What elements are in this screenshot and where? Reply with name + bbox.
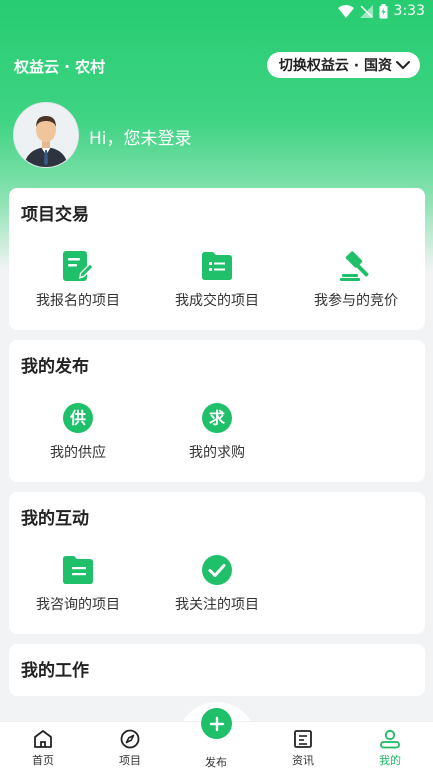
tab-label: 资讯	[292, 754, 314, 767]
edit-document-icon	[62, 250, 94, 282]
section-my-interactions: 我的互动 我咨询的项目 我关注的项目	[9, 492, 425, 634]
item-label: 我的求购	[189, 445, 245, 461]
section-title: 我的工作	[21, 661, 89, 681]
demand-icon: 求	[201, 402, 233, 434]
section-title: 我的互动	[21, 509, 89, 529]
avatar[interactable]	[13, 102, 79, 168]
switch-region-label: 切换权益云 · 国资	[278, 58, 392, 74]
section-project-trading: 项目交易 我报名的项目 我成交的项目 我参与的竞价	[9, 188, 425, 330]
battery-icon	[379, 3, 388, 19]
item-my-supply[interactable]: 供 我的供应	[9, 402, 147, 462]
news-icon	[293, 728, 313, 750]
wifi-icon	[337, 4, 354, 18]
compass-icon	[120, 728, 140, 750]
tab-label: 发布	[205, 756, 227, 769]
item-my-bids[interactable]: 我参与的竞价	[287, 250, 425, 310]
list-folder-icon	[201, 250, 233, 282]
item-closed-deals[interactable]: 我成交的项目	[148, 250, 286, 310]
item-consulted-projects[interactable]: 我咨询的项目	[9, 554, 147, 614]
item-label: 我报名的项目	[36, 293, 120, 309]
item-my-demand[interactable]: 求 我的求购	[148, 402, 286, 462]
section-my-work: 我的工作	[9, 644, 425, 696]
status-time: 3:33	[393, 3, 425, 19]
supply-glyph: 供	[69, 409, 86, 428]
region-label: 权益云 · 农村	[14, 58, 106, 76]
item-registered-projects[interactable]: 我报名的项目	[9, 250, 147, 310]
section-my-publications: 我的发布 供 我的供应 求 我的求购	[9, 340, 425, 482]
login-greeting[interactable]: Hi，您未登录	[89, 124, 192, 149]
home-icon	[33, 728, 53, 750]
item-label: 我成交的项目	[175, 293, 259, 309]
check-circle-icon	[201, 554, 233, 586]
item-label: 我关注的项目	[175, 597, 259, 613]
item-label: 我的供应	[50, 445, 106, 461]
plus-icon	[209, 716, 224, 731]
person-icon	[379, 728, 401, 750]
user-avatar-icon	[14, 103, 78, 167]
item-label: 我咨询的项目	[36, 597, 120, 613]
signal-icon	[359, 4, 373, 18]
publish-button[interactable]	[201, 708, 232, 739]
gavel-icon	[340, 250, 372, 282]
item-followed-projects[interactable]: 我关注的项目	[148, 554, 286, 614]
section-title: 我的发布	[21, 357, 89, 377]
switch-region-button[interactable]: 切换权益云 · 国资	[266, 52, 420, 78]
tab-projects[interactable]: 项目	[87, 722, 173, 770]
tab-label: 项目	[119, 754, 141, 767]
tab-mine[interactable]: 我的	[347, 722, 433, 770]
tab-label: 首页	[32, 754, 54, 767]
status-bar: 3:33	[0, 0, 433, 24]
chevron-down-icon	[396, 60, 410, 70]
tab-label: 我的	[379, 754, 401, 767]
tab-news[interactable]: 资讯	[260, 722, 346, 770]
folder-icon	[62, 554, 94, 586]
demand-glyph: 求	[209, 409, 226, 428]
item-label: 我参与的竞价	[314, 293, 398, 309]
supply-icon: 供	[62, 402, 94, 434]
section-title: 项目交易	[21, 205, 89, 225]
tab-home[interactable]: 首页	[0, 722, 86, 770]
